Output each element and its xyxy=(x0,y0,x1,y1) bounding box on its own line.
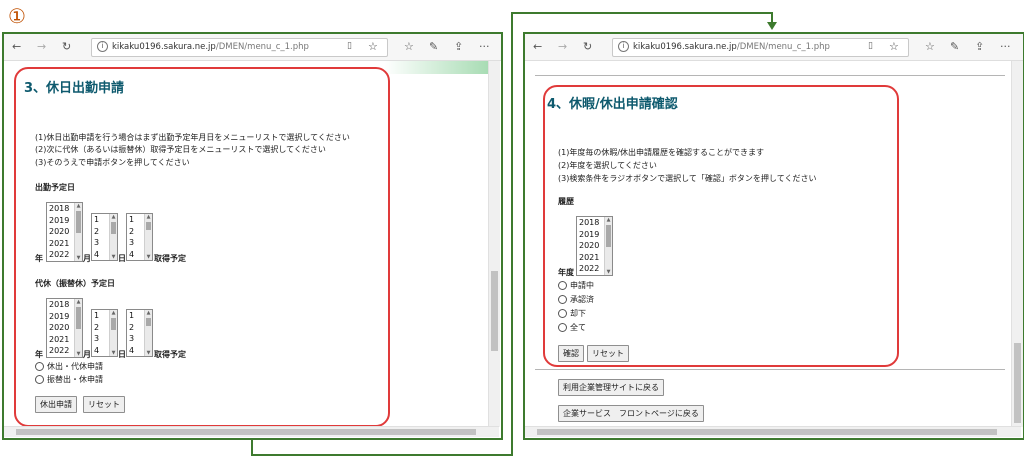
right-toolbar: ← → ↻ i kikaku0196.sakura.ne.jp/DMEN/men… xyxy=(525,34,1023,61)
connector-bottom-vertical xyxy=(251,438,253,455)
refresh-icon[interactable]: ↻ xyxy=(583,40,592,53)
right-scroll-thumb[interactable] xyxy=(1014,343,1021,423)
highlight-frame-2 xyxy=(14,67,390,427)
green-header-strip xyxy=(384,61,488,74)
share-icon[interactable]: ⇪ xyxy=(454,40,463,53)
favorites-hub-icon[interactable]: ☆ xyxy=(925,40,935,53)
right-browser-window: ← → ↻ i kikaku0196.sakura.ne.jp/DMEN/men… xyxy=(523,32,1024,440)
left-page-content: 3、休日出勤申請 (1)休日出勤申請を行う場合はまず出勤予定年月日をメニューリス… xyxy=(4,61,488,427)
favorite-star-icon[interactable]: ☆ xyxy=(368,40,378,53)
connector-arrow-icon xyxy=(767,22,777,30)
connector-bottom-horizontal xyxy=(251,454,513,456)
forward-icon[interactable]: → xyxy=(37,40,46,53)
reading-view-icon[interactable]: ▯ xyxy=(868,41,873,51)
pen-icon[interactable]: ✎ xyxy=(429,40,438,53)
back-icon[interactable]: ← xyxy=(533,40,542,53)
more-icon[interactable]: ··· xyxy=(1000,40,1011,53)
info-icon[interactable]: i xyxy=(97,41,108,52)
forward-icon[interactable]: → xyxy=(558,40,567,53)
right-address-bar[interactable]: i kikaku0196.sakura.ne.jp/DMEN/menu_c_1.… xyxy=(612,38,909,57)
top-divider xyxy=(535,75,1005,76)
pen-icon[interactable]: ✎ xyxy=(950,40,959,53)
left-url: kikaku0196.sakura.ne.jp/DMEN/menu_c_1.ph… xyxy=(112,42,309,52)
left-vertical-scrollbar[interactable] xyxy=(488,61,500,427)
left-horizontal-scrollbar[interactable] xyxy=(4,426,499,437)
favorites-hub-icon[interactable]: ☆ xyxy=(404,40,414,53)
highlight-frame-3 xyxy=(543,85,899,367)
right-vertical-scrollbar[interactable] xyxy=(1011,61,1023,427)
back-to-admin-site-button[interactable]: 利用企業管理サイトに戻る xyxy=(558,379,664,396)
connector-top-horizontal xyxy=(511,12,773,14)
left-scroll-thumb[interactable] xyxy=(491,271,498,351)
connector-middle-vertical xyxy=(511,12,513,456)
right-page-content: 4、休暇/休出申請確認 (1)年度毎の休暇/休出申請履歴を確認することができます… xyxy=(525,61,1011,427)
back-icon[interactable]: ← xyxy=(12,40,21,53)
info-icon[interactable]: i xyxy=(618,41,629,52)
back-to-front-page-button[interactable]: 企業サービス フロントページに戻る xyxy=(558,405,704,422)
left-address-bar[interactable]: i kikaku0196.sakura.ne.jp/DMEN/menu_c_1.… xyxy=(91,38,388,57)
callout-1: ① xyxy=(8,4,26,28)
connector-top-drop xyxy=(771,12,773,22)
right-url: kikaku0196.sakura.ne.jp/DMEN/menu_c_1.ph… xyxy=(633,42,830,52)
more-icon[interactable]: ··· xyxy=(479,40,490,53)
favorite-star-icon[interactable]: ☆ xyxy=(889,40,899,53)
right-horizontal-scrollbar[interactable] xyxy=(525,426,1021,437)
reading-view-icon[interactable]: ▯ xyxy=(347,41,352,51)
right-h-scroll-thumb[interactable] xyxy=(537,429,997,435)
bottom-divider xyxy=(535,369,1005,370)
left-browser-window: ← → ↻ i kikaku0196.sakura.ne.jp/DMEN/men… xyxy=(2,32,503,440)
refresh-icon[interactable]: ↻ xyxy=(62,40,71,53)
left-h-scroll-thumb[interactable] xyxy=(16,429,476,435)
left-toolbar: ← → ↻ i kikaku0196.sakura.ne.jp/DMEN/men… xyxy=(4,34,501,61)
share-icon[interactable]: ⇪ xyxy=(975,40,984,53)
